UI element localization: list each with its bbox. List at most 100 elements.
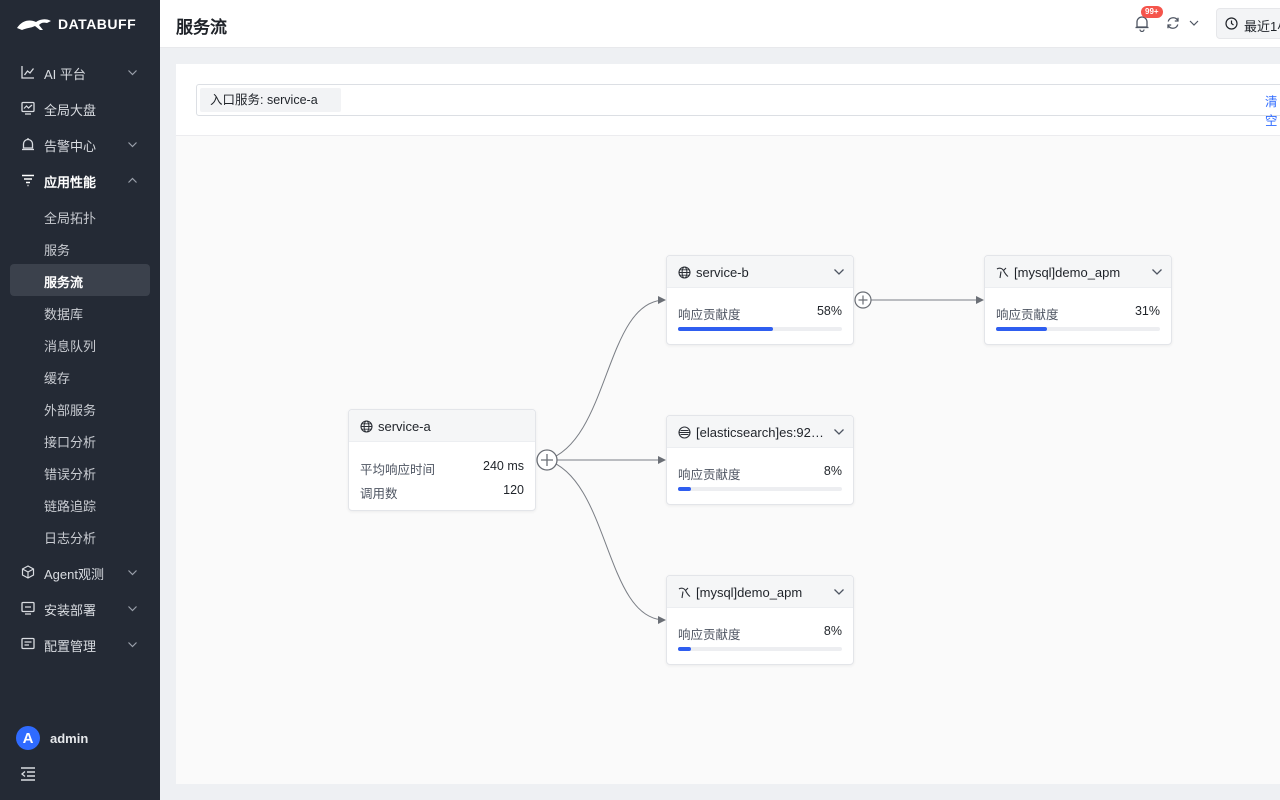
menu-label: 全局大盘 <box>44 103 97 118</box>
sidebar: DATABUFF AI 平台 全局大盘 告警中心 应用性能 全局拓扑 服务 服务… <box>0 0 160 800</box>
menu-label: 应用性能 <box>44 175 97 190</box>
menu-item-global-dashboard[interactable]: 全局大盘 <box>0 92 160 124</box>
dashboard-icon <box>21 101 35 115</box>
contribution-value: 31% <box>1134 304 1160 318</box>
menu-label: 告警中心 <box>44 139 97 154</box>
flow-node-elasticsearch[interactable]: [elasticsearch]es:9200 响应贡献度 8% <box>666 415 854 505</box>
flow-node-service-b[interactable]: service-b 响应贡献度 58% <box>666 255 854 345</box>
chevron-down-icon[interactable] <box>833 427 845 437</box>
contribution-bar <box>678 647 842 651</box>
menu-item-ai-platform[interactable]: AI 平台 <box>0 56 160 88</box>
chevron-down-icon <box>128 70 137 76</box>
chevron-down-icon[interactable] <box>833 587 845 597</box>
menu-label: 安装部署 <box>44 603 97 618</box>
node-header: service-a <box>349 410 535 442</box>
user-name: admin <box>50 730 89 746</box>
submenu-external-services[interactable]: 外部服务 <box>10 392 150 424</box>
chevron-down-icon[interactable] <box>1189 19 1199 27</box>
globe-icon <box>360 420 373 433</box>
filter-bar: 入口服务: service-a 清空 <box>176 64 1280 136</box>
expand-service-a-icon[interactable] <box>536 449 558 471</box>
submenu-database[interactable]: 数据库 <box>10 296 150 328</box>
submenu-message-queue[interactable]: 消息队列 <box>10 328 150 360</box>
node-header: [elasticsearch]es:9200 <box>667 416 853 448</box>
contribution-bar-fill <box>678 647 692 651</box>
contribution-bar-fill <box>678 327 774 331</box>
submenu-trace[interactable]: 链路追踪 <box>10 488 150 520</box>
avatar: A <box>16 726 40 750</box>
submenu-global-topology[interactable]: 全局拓扑 <box>10 200 150 232</box>
filter-tag[interactable]: 入口服务: service-a <box>200 88 341 112</box>
contribution-bar <box>996 327 1160 331</box>
notification-badge: 99+ <box>1141 6 1163 18</box>
submenu-label: 日志分析 <box>44 531 97 546</box>
menu-label: AI 平台 <box>44 67 86 82</box>
submenu-cache[interactable]: 缓存 <box>10 360 150 392</box>
node-header: [mysql]demo_apm <box>985 256 1171 288</box>
contribution-bar <box>678 487 842 491</box>
submenu-services[interactable]: 服务 <box>10 232 150 264</box>
call-count-value: 120 <box>503 483 524 497</box>
call-count-label: 调用数 <box>360 487 398 501</box>
submenu-log-analysis[interactable]: 日志分析 <box>10 520 150 552</box>
flow-node-mysql-demo-apm-downstream[interactable]: [mysql]demo_apm 响应贡献度 31% <box>984 255 1172 345</box>
user-profile[interactable]: A admin <box>16 726 88 750</box>
contribution-bar <box>678 327 842 331</box>
cube-icon <box>21 565 35 579</box>
install-icon <box>21 601 35 615</box>
avg-response-value: 240 ms <box>483 459 524 473</box>
chevron-down-icon <box>128 606 137 612</box>
clear-filter-link[interactable]: 清空 <box>1265 91 1280 129</box>
chevron-down-icon <box>128 142 137 148</box>
submenu-service-flow[interactable]: 服务流 <box>10 264 150 296</box>
submenu-label: 缓存 <box>44 371 71 386</box>
node-title: [mysql]demo_apm <box>1014 265 1121 280</box>
mysql-icon <box>996 267 1009 279</box>
contribution-bar-fill <box>996 327 1047 331</box>
node-title: service-b <box>696 265 749 280</box>
menu-item-agent-observe[interactable]: Agent观测 <box>0 556 160 588</box>
menu-item-app-performance[interactable]: 应用性能 <box>0 164 160 196</box>
contribution-value: 8% <box>823 624 842 638</box>
flow-node-mysql-demo-apm[interactable]: [mysql]demo_apm 响应贡献度 8% <box>666 575 854 665</box>
time-range-picker[interactable]: 最近1小时 <box>1216 8 1280 39</box>
contribution-value: 58% <box>816 304 842 318</box>
contribution-label: 响应贡献度 <box>996 308 1059 322</box>
submenu-label: 错误分析 <box>44 467 97 482</box>
mysql-icon <box>678 587 691 599</box>
submenu-error-analysis[interactable]: 错误分析 <box>10 456 150 488</box>
node-title: [mysql]demo_apm <box>696 585 803 600</box>
menu-item-install-deploy[interactable]: 安装部署 <box>0 592 160 624</box>
contribution-label: 响应贡献度 <box>678 308 741 322</box>
menu-label: 配置管理 <box>44 639 97 654</box>
submenu-label: 消息队列 <box>44 339 97 354</box>
submenu-label: 服务 <box>44 243 71 258</box>
submenu-label: 数据库 <box>44 307 84 322</box>
submenu-label: 全局拓扑 <box>44 211 97 226</box>
expand-service-b-icon[interactable] <box>854 291 872 309</box>
submenu-label: 接口分析 <box>44 435 97 450</box>
config-icon <box>21 637 35 650</box>
menu-item-config-management[interactable]: 配置管理 <box>0 628 160 660</box>
chevron-down-icon <box>128 570 137 576</box>
chart-icon <box>21 66 35 79</box>
contribution-label: 响应贡献度 <box>678 468 741 482</box>
submenu-api-analysis[interactable]: 接口分析 <box>10 424 150 456</box>
chevron-down-icon[interactable] <box>833 267 845 277</box>
submenu-label: 外部服务 <box>44 403 97 418</box>
filter-icon <box>22 174 34 187</box>
brand-logo[interactable]: DATABUFF <box>16 12 136 36</box>
flow-node-service-a[interactable]: service-a 平均响应时间 240 ms 调用数 120 <box>348 409 536 511</box>
refresh-icon[interactable] <box>1166 16 1180 30</box>
chevron-down-icon[interactable] <box>1151 267 1163 277</box>
chevron-up-icon <box>128 177 137 183</box>
page-title: 服务流 <box>176 18 227 37</box>
chevron-down-icon <box>128 642 137 648</box>
brand-name: DATABUFF <box>58 16 137 32</box>
collapse-sidebar-icon[interactable] <box>20 766 36 782</box>
menu-item-alarm-center[interactable]: 告警中心 <box>0 128 160 160</box>
node-title: [elasticsearch]es:9200 <box>696 425 824 440</box>
node-title: service-a <box>378 419 431 434</box>
entry-service-filter[interactable]: 入口服务: service-a <box>196 84 1280 116</box>
cheetah-logo-icon <box>17 19 51 30</box>
